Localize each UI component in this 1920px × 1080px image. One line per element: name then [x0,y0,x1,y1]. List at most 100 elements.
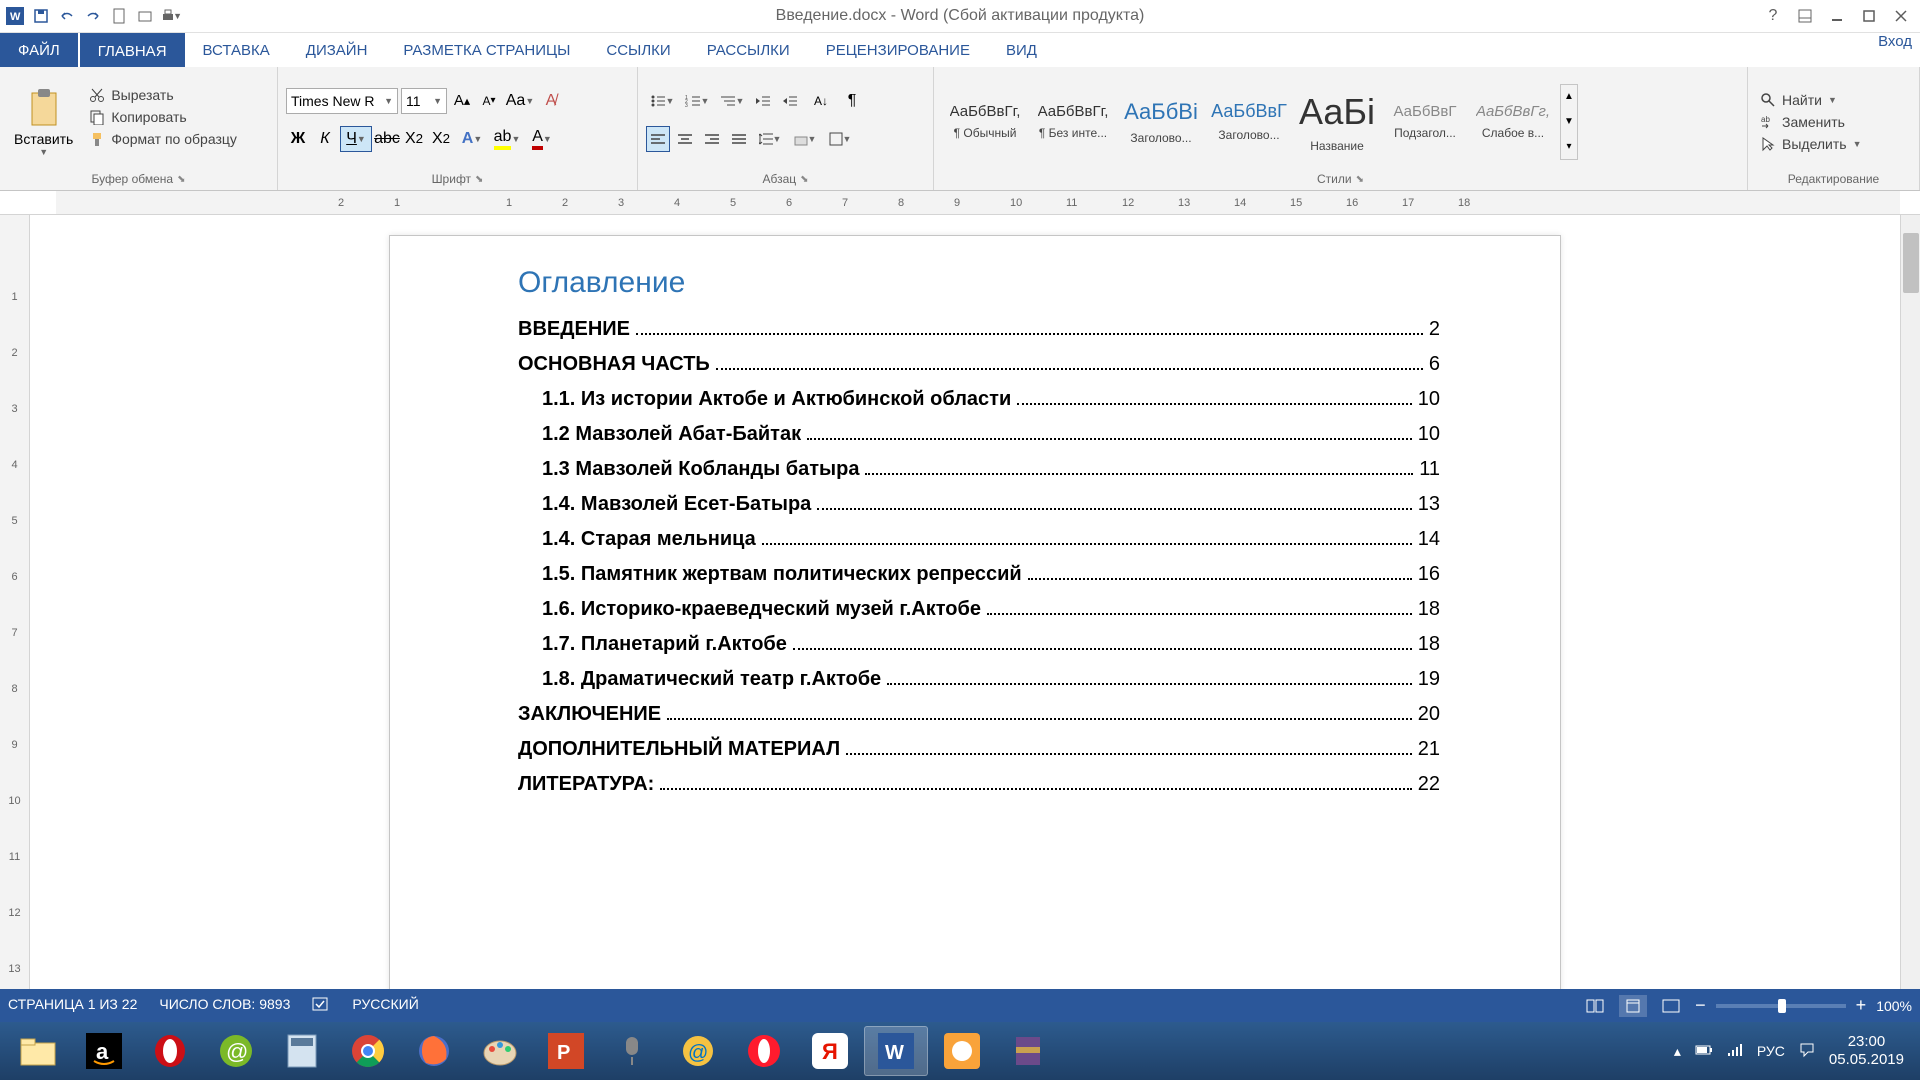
cut-button[interactable]: Вырезать [85,85,241,105]
decrease-indent-button[interactable] [751,88,775,114]
taskbar-outlook-icon[interactable]: @ [666,1026,730,1076]
tray-network-icon[interactable] [1727,1043,1743,1060]
tab-view[interactable]: ВИД [988,33,1055,67]
taskbar-opera-icon[interactable] [138,1026,202,1076]
copy-button[interactable]: Копировать [85,107,241,127]
style-item-0[interactable]: АаБбВвГг,¶ Обычный [942,84,1028,160]
new-doc-icon[interactable] [108,5,130,27]
view-web-button[interactable] [1657,995,1685,1017]
scrollbar-vertical[interactable] [1900,215,1920,1044]
print-icon[interactable]: ▼ [160,5,182,27]
style-item-6[interactable]: АаБбВвГг,Слабое в... [1470,84,1556,160]
italic-button[interactable]: К [313,126,337,152]
tab-insert[interactable]: ВСТАВКА [185,33,288,67]
grow-font-button[interactable]: A▴ [450,88,474,114]
ruler-vertical[interactable]: 12345678910111213 [0,215,30,1044]
taskbar-paint-icon[interactable] [468,1026,532,1076]
font-name-combo[interactable]: Times New R▼ [286,88,398,114]
paste-button[interactable]: Вставить ▼ [8,85,79,159]
increase-indent-button[interactable] [778,88,802,114]
taskbar-scratch-icon[interactable] [930,1026,994,1076]
dialog-launcher-icon[interactable]: ⬊ [800,174,808,185]
taskbar-firefox-icon[interactable] [402,1026,466,1076]
subscript-button[interactable]: X2 [402,126,426,152]
toc-entry[interactable]: 1.1. Из истории Актобе и Актюбинской обл… [518,388,1440,411]
redo-icon[interactable] [82,5,104,27]
page[interactable]: Оглавление ВВЕДЕНИЕ2ОСНОВНАЯ ЧАСТЬ61.1. … [389,235,1561,1044]
tab-review[interactable]: РЕЦЕНЗИРОВАНИЕ [808,33,988,67]
shading-button[interactable]: ▼ [789,126,821,152]
borders-button[interactable]: ▼ [824,126,856,152]
ribbon-options-icon[interactable] [1790,5,1820,27]
multilevel-button[interactable]: ▼ [716,88,748,114]
show-marks-button[interactable]: ¶ [840,88,864,114]
help-icon[interactable]: ? [1758,5,1788,27]
tray-action-center-icon[interactable] [1799,1042,1815,1061]
tab-references[interactable]: ССЫЛКИ [588,33,688,67]
login-link[interactable]: Вход [1878,33,1912,50]
font-color-button[interactable]: A▼ [526,126,558,152]
zoom-out-button[interactable]: − [1695,995,1706,1016]
change-case-button[interactable]: Aa▼ [504,88,536,114]
toc-entry[interactable]: ДОПОЛНИТЕЛЬНЫЙ МАТЕРИАЛ21 [518,738,1440,761]
taskbar-yandex-icon[interactable]: Я [798,1026,862,1076]
text-effects-button[interactable]: A▼ [456,126,488,152]
taskbar-opera2-icon[interactable] [732,1026,796,1076]
align-right-button[interactable] [700,126,724,152]
toc-entry[interactable]: 1.4. Старая мельница14 [518,528,1440,551]
tray-keyboard[interactable]: РУС [1757,1043,1785,1059]
select-button[interactable]: Выделить ▼ [1756,134,1866,154]
justify-button[interactable] [727,126,751,152]
numbering-button[interactable]: 123▼ [681,88,713,114]
toc-entry[interactable]: 1.2 Мавзолей Абат-Байтак10 [518,423,1440,446]
taskbar-winrar-icon[interactable] [996,1026,1060,1076]
style-item-4[interactable]: АаБіНазвание [1294,84,1380,160]
line-spacing-button[interactable]: ▼ [754,126,786,152]
status-words[interactable]: ЧИСЛО СЛОВ: 9893 [159,996,290,1015]
format-painter-button[interactable]: Формат по образцу [85,129,241,149]
gallery-down-button[interactable]: ▼ [1561,109,1577,134]
dialog-launcher-icon[interactable]: ⬊ [1356,174,1364,185]
tab-home[interactable]: ГЛАВНАЯ [80,33,185,67]
view-read-button[interactable] [1581,995,1609,1017]
tab-design[interactable]: ДИЗАЙН [288,33,386,67]
toc-entry[interactable]: 1.8. Драматический театр г.Актобе19 [518,668,1440,691]
toc-entry[interactable]: 1.3 Мавзолей Кобланды батыра11 [518,458,1440,481]
toc-entry[interactable]: ОСНОВНАЯ ЧАСТЬ6 [518,353,1440,376]
tray-up-icon[interactable]: ▴ [1674,1043,1681,1060]
gallery-more-button[interactable]: ▾ [1561,134,1577,159]
status-page[interactable]: СТРАНИЦА 1 ИЗ 22 [8,996,137,1015]
taskbar-word-icon[interactable]: W [864,1026,928,1076]
dialog-launcher-icon[interactable]: ⬊ [177,174,185,185]
highlight-button[interactable]: ab▼ [491,126,523,152]
style-item-3[interactable]: АаБбВвГЗаголово... [1206,84,1292,160]
tab-file[interactable]: ФАЙЛ [0,33,78,67]
tray-battery-icon[interactable] [1695,1043,1713,1060]
ruler-horizontal[interactable]: 21123456789101112131415161718 [0,191,1920,215]
zoom-value[interactable]: 100% [1876,998,1912,1014]
strikethrough-button[interactable]: abc [375,126,399,152]
minimize-icon[interactable] [1822,5,1852,27]
style-item-2[interactable]: АаБбВіЗаголово... [1118,84,1204,160]
tab-mailings[interactable]: РАССЫЛКИ [689,33,808,67]
save-icon[interactable] [30,5,52,27]
tab-layout[interactable]: РАЗМЕТКА СТРАНИЦЫ [385,33,588,67]
toc-entry[interactable]: ЗАКЛЮЧЕНИЕ20 [518,703,1440,726]
taskbar-mic-icon[interactable] [600,1026,664,1076]
toc-entry[interactable]: 1.4. Мавзолей Есет-Батыра13 [518,493,1440,516]
dialog-launcher-icon[interactable]: ⬊ [475,174,483,185]
zoom-in-button[interactable]: + [1856,995,1867,1016]
toc-entry[interactable]: 1.5. Памятник жертвам политических репре… [518,563,1440,586]
toc-entry[interactable]: 1.6. Историко-краеведческий музей г.Акто… [518,598,1440,621]
toc-entry[interactable]: 1.7. Планетарий г.Актобе18 [518,633,1440,656]
status-language[interactable]: РУССКИЙ [352,996,418,1015]
taskbar-chrome-icon[interactable] [336,1026,400,1076]
underline-button[interactable]: Ч ▼ [340,126,372,152]
style-item-5[interactable]: АаБбВвГПодзагол... [1382,84,1468,160]
zoom-slider[interactable] [1716,1004,1846,1008]
align-left-button[interactable] [646,126,670,152]
find-button[interactable]: Найти ▼ [1756,90,1866,110]
taskbar-explorer-icon[interactable] [6,1026,70,1076]
close-icon[interactable] [1886,5,1916,27]
maximize-icon[interactable] [1854,5,1884,27]
